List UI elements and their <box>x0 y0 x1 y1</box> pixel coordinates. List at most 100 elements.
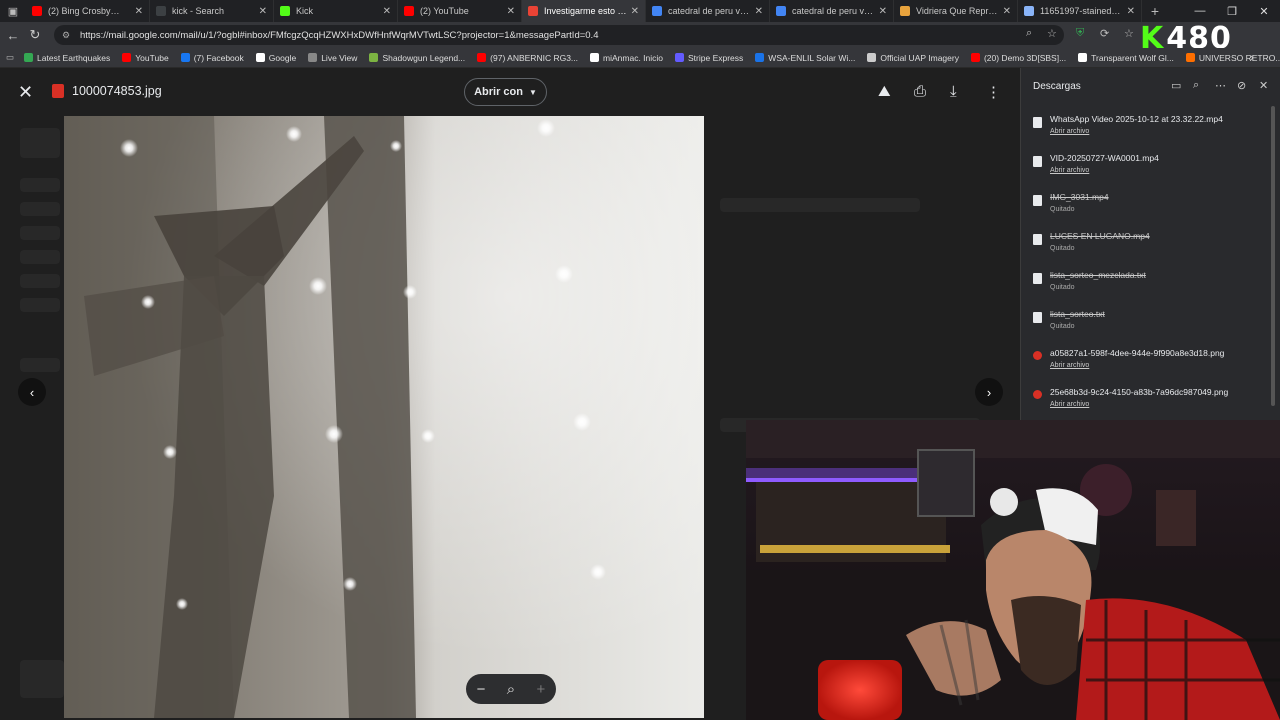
tab-favicon-icon <box>528 6 538 16</box>
more-options-icon[interactable]: ⋮ <box>986 83 1001 101</box>
apps-icon[interactable]: ▭ <box>6 52 14 63</box>
refresh-extension-icon[interactable]: ⟳ <box>1100 27 1109 40</box>
download-item[interactable]: VID-20250727-WA0001.mp4 Abrir archivo <box>1031 151 1271 187</box>
bookmark-favicon-icon <box>308 53 318 62</box>
download-item[interactable]: lista_sorteo.txt Quitado <box>1031 307 1271 343</box>
download-status[interactable]: Abrir archivo <box>1050 128 1089 135</box>
bookmark-item[interactable]: Shadowgun Legend... <box>369 53 465 63</box>
bookmark-favicon-icon <box>24 53 34 62</box>
download-filename: lista_sorteo.txt <box>1050 309 1105 319</box>
close-icon[interactable]: ✕ <box>1259 79 1268 92</box>
tab-close-icon[interactable]: ✕ <box>507 6 515 17</box>
bookmark-item[interactable]: Latest Earthquakes <box>24 53 110 63</box>
tab-close-icon[interactable]: ✕ <box>1003 6 1011 17</box>
file-icon <box>1033 117 1042 128</box>
downloads-scrollbar[interactable] <box>1271 106 1275 406</box>
add-to-drive-icon[interactable]: ⛰ <box>878 83 891 100</box>
favorites-icon[interactable]: ☆ <box>1124 27 1134 40</box>
bookmark-favicon-icon <box>122 53 132 62</box>
download-status[interactable]: Abrir archivo <box>1050 401 1089 408</box>
tab-close-icon[interactable]: ✕ <box>631 6 639 17</box>
download-item[interactable]: LUCES EN LUGANO.mp4 Quitado <box>1031 229 1271 265</box>
browser-tab[interactable]: catedral de peru vitrale ✕ <box>646 0 770 22</box>
next-image-button[interactable]: › <box>975 378 1003 406</box>
tab-close-icon[interactable]: ✕ <box>755 6 763 17</box>
bookmarks-overflow-chevron-icon[interactable]: › <box>1250 52 1254 64</box>
zoom-out-icon[interactable]: − <box>477 681 486 698</box>
image-file-icon <box>52 84 64 98</box>
extension-shield-icon[interactable]: ⛨ <box>1076 27 1084 40</box>
browser-tab[interactable]: Vidriera Que Represent ✕ <box>894 0 1018 22</box>
minimize-button[interactable]: — <box>1184 0 1216 22</box>
file-icon <box>1033 312 1042 323</box>
bookmark-favicon-icon <box>867 53 877 62</box>
bookmark-item[interactable]: WSA-ENLIL Solar Wi... <box>755 53 855 63</box>
print-icon[interactable]: ⎙ <box>914 83 926 100</box>
download-item[interactable]: WhatsApp Video 2025-10-12 at 23.32.22.mp… <box>1031 112 1271 148</box>
open-with-button[interactable]: Abrir con ▼ <box>464 78 547 106</box>
browser-tab[interactable]: Kick ✕ <box>274 0 398 22</box>
tab-favicon-icon <box>776 6 786 16</box>
download-status[interactable]: Abrir archivo <box>1050 362 1089 369</box>
back-icon[interactable]: ← <box>2 28 24 43</box>
bookmark-favicon-icon <box>1078 53 1088 62</box>
tab-close-icon[interactable]: ✕ <box>879 6 887 17</box>
bookmark-item[interactable]: YouTube <box>122 53 169 63</box>
new-tab-button[interactable]: + <box>1142 3 1168 19</box>
zoom-controls: − ⌕ + <box>466 674 556 704</box>
webcam-overlay <box>746 420 1280 720</box>
tab-close-icon[interactable]: ✕ <box>135 6 143 17</box>
tab-close-icon[interactable]: ✕ <box>1127 6 1135 17</box>
browser-tab[interactable]: kick - Search ✕ <box>150 0 274 22</box>
bookmark-item[interactable]: (97) ANBERNIC RG3... <box>477 53 578 63</box>
close-viewer-icon[interactable]: ✕ <box>18 82 33 103</box>
search-icon[interactable]: ⌕ <box>1193 79 1199 92</box>
bookmark-item[interactable]: (7) Facebook <box>180 53 244 63</box>
reload-icon[interactable]: ↻ <box>24 27 46 43</box>
browser-tab[interactable]: Investigarme esto lobo ✕ <box>522 0 646 22</box>
browser-tab[interactable]: 11651997-stained-glas ✕ <box>1018 0 1142 22</box>
download-status: Quitado <box>1050 323 1075 330</box>
browser-tab[interactable]: (2) Bing Crosby💔 Best ✕ <box>26 0 150 22</box>
tab-title: Investigarme esto lobo <box>544 6 627 16</box>
zoom-icon[interactable]: ⌕ <box>1026 27 1032 40</box>
bookmark-item[interactable]: Official UAP Imagery <box>867 53 959 63</box>
pin-icon[interactable]: ⊘ <box>1237 79 1246 92</box>
download-item[interactable]: lista_sorteo_mezclada.txt Quitado <box>1031 268 1271 304</box>
zoom-in-icon[interactable]: + <box>537 681 546 698</box>
bookmark-item[interactable]: Google <box>255 53 296 63</box>
browser-tab[interactable]: catedral de peru vitrale ✕ <box>770 0 894 22</box>
site-info-icon[interactable]: ⚙ <box>62 30 72 40</box>
bookmark-label: Stripe Express <box>688 52 744 63</box>
tab-favicon-icon <box>32 6 42 16</box>
download-status[interactable]: Abrir archivo <box>1050 167 1089 174</box>
browser-tab[interactable]: (2) YouTube ✕ <box>398 0 522 22</box>
previous-image-button[interactable]: ‹ <box>18 378 46 406</box>
bookmark-favicon-icon <box>675 53 685 62</box>
bookmark-item[interactable]: (20) Demo 3D[SBS]... <box>970 53 1066 63</box>
folder-icon[interactable]: ▭ <box>1171 79 1181 92</box>
address-bar[interactable]: ⚙ https://mail.google.com/mail/u/1/?ogbl… <box>54 25 1064 45</box>
tab-close-icon[interactable]: ✕ <box>259 6 267 17</box>
bookmark-star-icon[interactable]: ☆ <box>1047 27 1057 40</box>
image-file-icon <box>1033 390 1042 399</box>
download-item[interactable]: 25e68b3d-9c24-4150-a83b-7a96dc987049.png… <box>1031 385 1271 421</box>
tab-search-icon[interactable]: ▣ <box>0 0 26 22</box>
tab-favicon-icon <box>156 6 166 16</box>
download-item[interactable]: IMG_3031.mp4 Quitado <box>1031 190 1271 226</box>
restore-button[interactable]: ❐ <box>1216 0 1248 22</box>
image-viewer-toolbar: ✕ 1000074853.jpg Abrir con ▼ ⛰ ⎙ ⤓ ⋮ <box>0 68 1020 116</box>
bookmark-item[interactable]: miAnmac. Inicio <box>590 53 663 63</box>
bookmark-item[interactable]: Live View <box>308 53 357 63</box>
bookmark-item[interactable]: Stripe Express <box>675 53 743 63</box>
zoom-reset-icon[interactable]: ⌕ <box>507 681 515 698</box>
bookmark-item[interactable]: UNIVERSO RETRO... <box>1185 53 1280 63</box>
file-icon <box>1033 234 1042 245</box>
download-item[interactable]: a05827a1-598f-4dee-944e-9f990a8e3d18.png… <box>1031 346 1271 382</box>
more-options-icon[interactable]: ⋯ <box>1215 79 1226 92</box>
close-window-button[interactable]: ✕ <box>1248 0 1280 22</box>
tab-close-icon[interactable]: ✕ <box>383 6 391 17</box>
download-icon[interactable]: ⤓ <box>950 83 957 100</box>
tab-favicon-icon <box>280 6 290 16</box>
bookmark-item[interactable]: Transparent Wolf Gl... <box>1078 53 1174 63</box>
